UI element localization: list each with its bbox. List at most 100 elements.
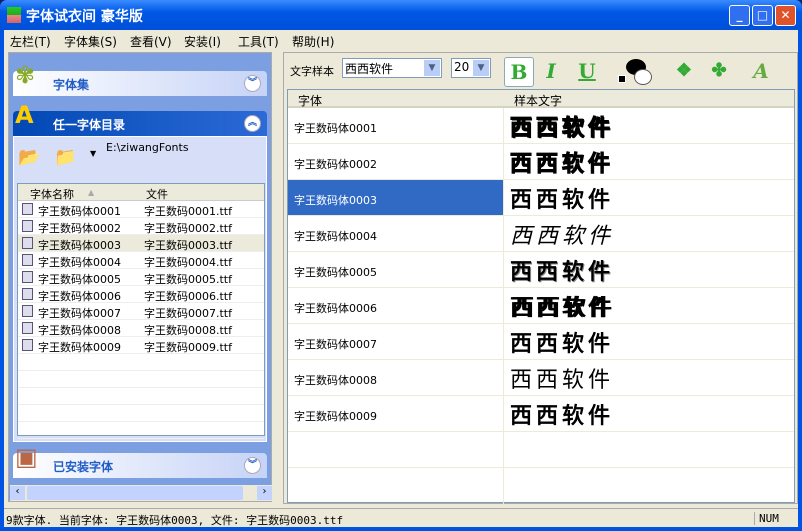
font-file-icon <box>22 203 33 215</box>
grid-pattern-button[interactable]: ❖ <box>669 57 699 87</box>
underline-button[interactable]: U <box>572 57 602 87</box>
shape-button[interactable]: ✤ <box>704 57 734 87</box>
list-item[interactable]: 字王数码体0009 字王数码0009.ttf <box>18 337 264 354</box>
col-font[interactable]: 字体 <box>298 92 322 109</box>
font-file-icon <box>22 288 33 300</box>
expand-icon[interactable]: ︾ <box>244 457 261 474</box>
table-row[interactable]: 字王数码体0007 西西软件 <box>288 324 794 360</box>
menu-install[interactable]: 安装(I) <box>184 33 221 50</box>
scroll-thumb[interactable] <box>27 486 243 500</box>
font-name: 字王数码体0008 <box>38 324 121 337</box>
font-file-icon <box>22 322 33 334</box>
list-item[interactable]: 字王数码体0005 字王数码0005.ttf <box>18 269 264 286</box>
group-installed[interactable]: ▣ 已安装字体 ︾ <box>13 443 267 478</box>
table-row[interactable]: 字王数码体0006 西西软件 <box>288 288 794 324</box>
empty-row <box>18 388 264 405</box>
minimize-button[interactable]: _ <box>729 5 750 26</box>
table-row[interactable]: 字王数码体0008 西西软件 <box>288 360 794 396</box>
scroll-right-icon[interactable]: › <box>257 486 272 500</box>
open-folder-icon[interactable]: 📂 <box>18 147 40 168</box>
col-font-name[interactable]: 字体名称 <box>30 186 74 202</box>
file-name: 字王数码0003.ttf <box>144 239 232 252</box>
chevron-down-icon[interactable]: ▼ <box>424 60 440 76</box>
num-lock-indicator: NUM <box>754 512 779 525</box>
bold-button[interactable]: B <box>504 57 534 87</box>
font-name: 字王数码体0005 <box>38 273 121 286</box>
folder-path: E:\ziwangFonts <box>106 141 189 154</box>
list-item[interactable]: 字王数码体0002 字王数码0002.ttf <box>18 218 264 235</box>
font-sample: 西西软件 <box>510 295 615 321</box>
list-item[interactable]: 字王数码体0004 字王数码0004.ttf <box>18 252 264 269</box>
maximize-button[interactable]: □ <box>752 5 773 26</box>
group-installed-label: 已安装字体 <box>53 460 114 474</box>
font-name: 字王数码体0001 <box>288 108 504 143</box>
italic-button[interactable]: I <box>536 57 566 87</box>
font-sample: 西西软件 <box>510 187 615 213</box>
table-row[interactable]: 字王数码体0003 西西软件 <box>288 180 794 216</box>
collapse-icon[interactable]: ︽ <box>244 115 261 132</box>
font-file-icon <box>22 271 33 283</box>
file-name: 字王数码0006.ttf <box>144 290 232 303</box>
list-item[interactable]: 字王数码体0001 字王数码0001.ttf <box>18 201 264 218</box>
file-name: 字王数码0002.ttf <box>144 222 232 235</box>
horizontal-scrollbar[interactable]: ‹ › <box>10 485 272 501</box>
menu-left[interactable]: 左栏(T) <box>10 33 51 50</box>
font-name: 字王数码体0009 <box>288 396 504 431</box>
font-name: 字王数码体0004 <box>38 256 121 269</box>
empty-row <box>288 468 794 508</box>
table-row[interactable]: 字王数码体0004 西西软件 <box>288 216 794 252</box>
sample-text-combo[interactable]: 西西软件 ▼ <box>342 58 442 78</box>
box-icon: ▣ <box>15 443 38 471</box>
left-pane: ✾ 字体集 ︾ A 任一字体目录 ︽ 📂 📁 ▼ E:\ziwangFonts … <box>8 52 272 502</box>
menu-help[interactable]: 帮助(H) <box>292 33 334 50</box>
font-size-combo[interactable]: 20 ▼ <box>451 58 491 78</box>
palm-icon: ✾ <box>15 61 36 89</box>
group-directory[interactable]: A 任一字体目录 ︽ <box>13 101 267 136</box>
font-file-icon <box>22 305 33 317</box>
font-name: 字王数码体0007 <box>288 324 504 359</box>
font-size-value: 20 <box>454 60 470 74</box>
col-file[interactable]: 文件 <box>146 186 168 202</box>
file-name: 字王数码0005.ttf <box>144 273 232 286</box>
font-file-icon <box>22 237 33 249</box>
scroll-left-icon[interactable]: ‹ <box>10 486 25 500</box>
browse-folder-icon[interactable]: 📁 <box>54 147 76 168</box>
list-item[interactable]: 字王数码体0007 字王数码0007.ttf <box>18 303 264 320</box>
font-name: 字王数码体0002 <box>38 222 121 235</box>
font-preview-grid: 字体 样本文字 字王数码体0001 西西软件 字王数码体0002 西西软件 字王数码体0… <box>287 89 795 508</box>
table-row[interactable]: 字王数码体0002 西西软件 <box>288 144 794 180</box>
menu-fontset[interactable]: 字体集(S) <box>64 33 117 50</box>
sample-text-value: 西西软件 <box>345 62 394 76</box>
client-area: 左栏(T) 字体集(S) 查看(V) 安装(I) 工具(T) 帮助(H) ✾ 字… <box>4 30 798 527</box>
empty-row <box>18 371 264 388</box>
app-window: 字体试衣间 豪华版 _ □ ✕ 左栏(T) 字体集(S) 查看(V) 安装(I)… <box>0 0 802 531</box>
empty-row <box>18 354 264 371</box>
table-row[interactable]: 字王数码体0009 西西软件 <box>288 396 794 432</box>
menu-view[interactable]: 查看(V) <box>130 33 172 50</box>
list-item[interactable]: 字王数码体0003 字王数码0003.ttf <box>18 235 264 252</box>
status-text: 9款字体. 当前字体: 字王数码体0003, 文件: 字王数码0003.ttf <box>6 514 344 527</box>
close-button[interactable]: ✕ <box>775 5 796 26</box>
col-sample[interactable]: 样本文字 <box>514 92 562 109</box>
group-fontset[interactable]: ✾ 字体集 ︾ <box>13 61 267 96</box>
list-item[interactable]: 字王数码体0008 字王数码0008.ttf <box>18 320 264 337</box>
list-item[interactable]: 字王数码体0006 字王数码0006.ttf <box>18 286 264 303</box>
font-tool-button[interactable]: A <box>746 57 776 87</box>
color-picker-button[interactable] <box>618 59 654 87</box>
font-name: 字王数码体0008 <box>288 360 504 395</box>
font-sample: 西西软件 <box>510 403 615 429</box>
file-name: 字王数码0009.ttf <box>144 341 232 354</box>
font-name: 字王数码体0009 <box>38 341 121 354</box>
menu-tools[interactable]: 工具(T) <box>238 33 279 50</box>
empty-row <box>18 405 264 422</box>
file-name: 字王数码0007.ttf <box>144 307 232 320</box>
expand-icon[interactable]: ︾ <box>244 75 261 92</box>
dropdown-arrow-icon[interactable]: ▼ <box>90 149 96 158</box>
table-row[interactable]: 字王数码体0001 西西软件 <box>288 108 794 144</box>
font-name: 字王数码体0005 <box>288 252 504 287</box>
font-name: 字王数码体0006 <box>38 290 121 303</box>
font-sample: 西西软件 <box>510 331 615 357</box>
chevron-down-icon[interactable]: ▼ <box>473 60 489 76</box>
table-row[interactable]: 字王数码体0005 西西软件 <box>288 252 794 288</box>
font-file-icon <box>22 339 33 351</box>
